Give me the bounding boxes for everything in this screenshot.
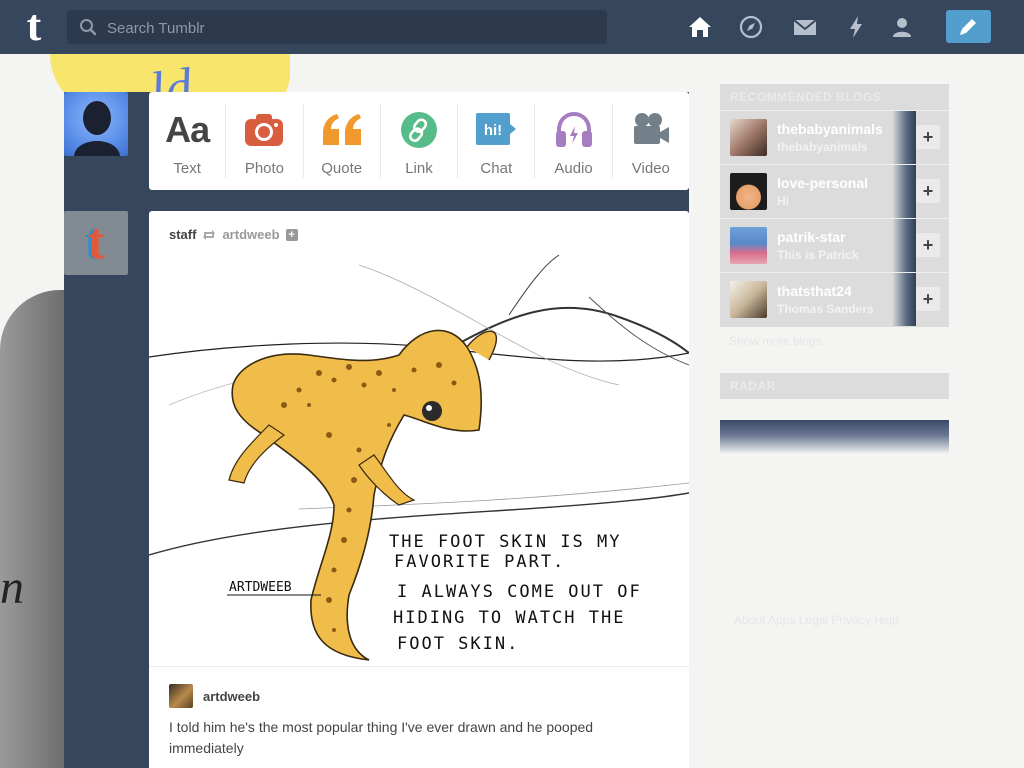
blog-avatar [730, 119, 767, 156]
blog-name: thatsthat24 [777, 283, 852, 299]
blog-avatar [730, 173, 767, 210]
chat-icon: hi! [476, 113, 517, 145]
search-input[interactable] [105, 10, 599, 46]
staff-logo: t [87, 213, 105, 270]
blog-subtitle: thebabyanimals [777, 140, 868, 154]
radar-title: RADAR [720, 373, 949, 399]
post-author-link[interactable]: staff [169, 227, 196, 242]
reblog-icon [203, 229, 216, 240]
background-hoodie [0, 290, 70, 768]
follow-button[interactable]: + [285, 228, 298, 241]
link-icon [400, 112, 437, 148]
follow-blog-button[interactable]: + [916, 125, 940, 149]
svg-text:hi!: hi! [484, 122, 502, 139]
post-caption: I told him he's the most popular thing I… [169, 719, 594, 756]
post-type-label: Video [631, 160, 670, 177]
post-type-label: Quote [321, 160, 363, 177]
reblog-trail-row: artdweeb [169, 684, 260, 708]
recommended-blogs-title: RECOMMENDED BLOGS [720, 84, 949, 110]
tumblr-logo[interactable]: t [14, 4, 54, 48]
staff-avatar[interactable]: t [64, 211, 128, 275]
recommended-blog-item[interactable]: thebabyanimals thebabyanimals + [720, 110, 949, 164]
follow-blog-button[interactable]: + [916, 179, 940, 203]
post-type-label: Link [405, 160, 433, 177]
camera-icon [245, 114, 284, 146]
text-icon: Aa [165, 109, 210, 150]
recommended-blog-item[interactable]: thatsthat24 Thomas Sanders + [720, 272, 949, 326]
post-type-link[interactable]: Link [381, 104, 459, 178]
blog-avatar [730, 227, 767, 264]
account-icon[interactable] [888, 13, 916, 41]
gecko-drawing: THE FOOT SKIN IS MY FAVORITE PART. I ALW… [149, 255, 689, 667]
follow-blog-button[interactable]: + [916, 287, 940, 311]
quote-icon [322, 114, 361, 145]
reblogger-name[interactable]: artdweeb [203, 689, 260, 704]
silhouette-icon [74, 101, 120, 156]
post-card: staff artdweeb + THE FOOT SKIN IS MY FAV… [149, 211, 689, 768]
post-type-chat[interactable]: hi! Chat [458, 104, 536, 178]
post-header: staff artdweeb + [169, 227, 298, 242]
pencil-icon [960, 19, 976, 35]
blog-subtitle: Hi [777, 194, 789, 208]
follow-blog-button[interactable]: + [916, 233, 940, 257]
activity-icon[interactable] [842, 13, 870, 41]
background-hoodie-text: n [0, 561, 24, 614]
blog-subtitle: Thomas Sanders [777, 302, 874, 316]
post-type-label: Chat [480, 160, 513, 177]
art-text-line5: FOOT SKIN. [397, 634, 519, 654]
compose-button[interactable] [946, 10, 991, 43]
reblogged-from-link[interactable]: artdweeb [222, 227, 279, 242]
art-text-line2: FAVORITE PART. [394, 552, 565, 572]
search-box[interactable] [67, 10, 607, 46]
blog-name: thebabyanimals [777, 121, 883, 137]
home-icon[interactable] [686, 13, 714, 41]
inbox-icon[interactable] [791, 13, 819, 41]
blog-subtitle: This is Patrick [777, 248, 859, 262]
reblogger-avatar[interactable] [169, 684, 193, 708]
post-type-label: Text [173, 160, 201, 177]
post-type-photo[interactable]: Photo [226, 104, 304, 178]
show-more-blogs-link[interactable]: Show more blogs [729, 334, 822, 348]
recommended-blog-item[interactable]: love-personal Hi + [720, 164, 949, 218]
footer-links[interactable]: About Apps Legal Privacy Help [734, 613, 899, 627]
post-type-quote[interactable]: Quote [304, 104, 381, 178]
post-type-label: Photo [244, 160, 285, 177]
top-navigation-bar: t [0, 0, 1024, 54]
explore-icon[interactable] [737, 13, 765, 41]
post-type-text[interactable]: Aa Text [149, 104, 227, 178]
recommended-blog-item[interactable]: patrik-star This is Patrick + [720, 218, 949, 272]
my-avatar[interactable] [64, 92, 128, 156]
blog-name: patrik-star [777, 229, 846, 245]
search-icon [80, 19, 97, 36]
art-signature: ARTDWEEB [229, 580, 292, 595]
headphones-icon [555, 112, 592, 147]
art-text-line1: THE FOOT SKIN IS MY [389, 532, 621, 552]
art-text-line4: HIDING TO WATCH THE [393, 608, 625, 628]
post-divider [149, 666, 689, 667]
art-text-line3: I ALWAYS COME OUT OF [397, 582, 642, 602]
radar-post-image[interactable] [720, 420, 949, 454]
post-type-audio[interactable]: Audio [535, 104, 613, 178]
blog-avatar [730, 281, 767, 318]
post-type-label: Audio [554, 160, 593, 177]
blog-name: love-personal [777, 175, 869, 191]
video-camera-icon [633, 113, 669, 144]
post-type-video[interactable]: Video [613, 104, 689, 178]
post-type-bar: Aa Text Photo Quote Link hi! Chat Audio … [149, 92, 689, 190]
